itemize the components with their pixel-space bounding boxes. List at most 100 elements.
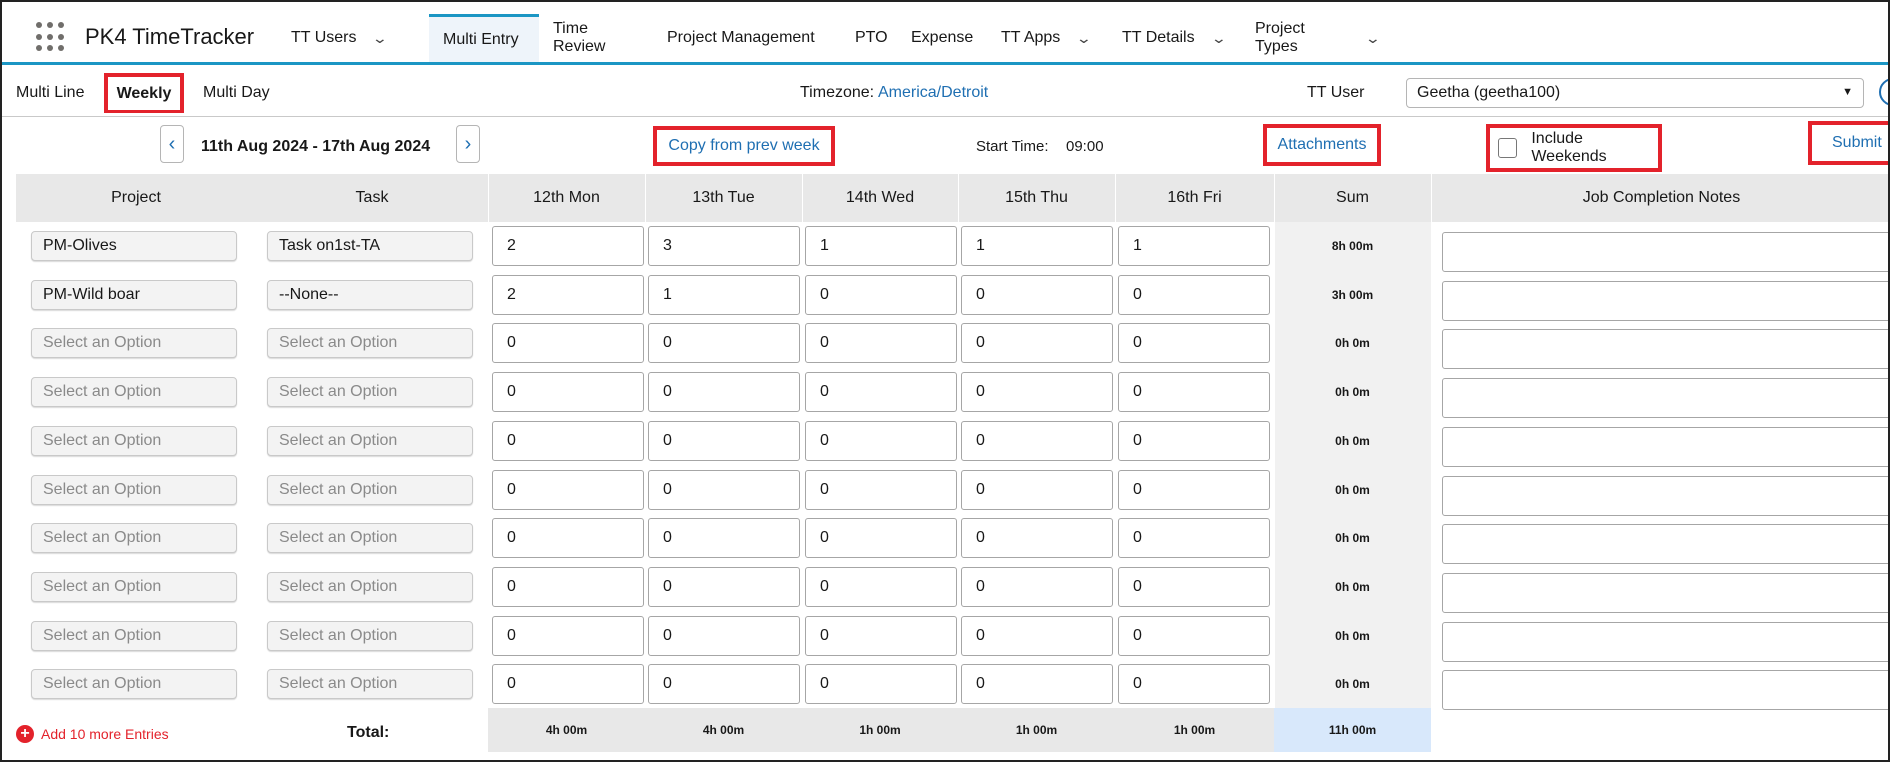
hours-input[interactable]: 0 <box>492 323 644 363</box>
task-select[interactable]: Select an Option <box>267 475 473 505</box>
chevron-down-icon[interactable]: ⌄ <box>1210 30 1226 47</box>
hours-input[interactable]: 0 <box>805 421 957 461</box>
chevron-down-icon[interactable]: ⌄ <box>1076 30 1092 47</box>
hours-input[interactable]: 0 <box>805 664 957 704</box>
job-completion-notes-input[interactable] <box>1442 524 1888 564</box>
nav-item-tt-users[interactable]: TT Users ⌄ <box>277 14 429 62</box>
nav-item-project-management[interactable]: Project Management <box>653 14 841 62</box>
hours-input[interactable]: 0 <box>961 518 1113 558</box>
nav-item-tt-apps[interactable]: TT Apps ⌄ <box>987 14 1108 62</box>
project-select[interactable]: Select an Option <box>31 377 237 407</box>
hours-input[interactable]: 0 <box>648 518 800 558</box>
tab-multi-line[interactable]: Multi Line <box>16 84 84 102</box>
job-completion-notes-input[interactable] <box>1442 281 1888 321</box>
job-completion-notes-input[interactable] <box>1442 622 1888 662</box>
hours-input[interactable]: 0 <box>805 616 957 656</box>
task-select[interactable]: Select an Option <box>267 377 473 407</box>
task-select[interactable]: Task on1st-TA <box>267 231 473 261</box>
hours-input[interactable]: 0 <box>648 664 800 704</box>
project-select[interactable]: Select an Option <box>31 328 237 358</box>
app-launcher-icon[interactable] <box>36 22 66 52</box>
hours-input[interactable]: 0 <box>1118 664 1270 704</box>
task-select[interactable]: Select an Option <box>267 523 473 553</box>
task-select[interactable]: Select an Option <box>267 669 473 699</box>
task-select[interactable]: --None-- <box>267 280 473 310</box>
hours-input[interactable]: 1 <box>648 275 800 315</box>
project-select[interactable]: Select an Option <box>31 523 237 553</box>
nav-item-multi-entry[interactable]: Multi Entry <box>429 14 539 62</box>
hours-input[interactable]: 0 <box>961 323 1113 363</box>
chevron-down-icon[interactable]: ⌄ <box>1365 30 1381 47</box>
job-completion-notes-input[interactable] <box>1442 427 1888 467</box>
hours-input[interactable]: 1 <box>961 226 1113 266</box>
tt-user-select[interactable]: Geetha (geetha100) ▼ <box>1406 78 1864 108</box>
nav-item-expense[interactable]: Expense <box>897 14 987 62</box>
hours-input[interactable]: 0 <box>492 567 644 607</box>
nav-item-pto[interactable]: PTO <box>841 14 897 62</box>
hours-input[interactable]: 0 <box>492 372 644 412</box>
hours-input[interactable]: 0 <box>492 616 644 656</box>
project-select[interactable]: Select an Option <box>31 572 237 602</box>
hours-input[interactable]: 0 <box>805 323 957 363</box>
hours-input[interactable]: 0 <box>648 323 800 363</box>
hours-input[interactable]: 0 <box>1118 518 1270 558</box>
add-entries-link[interactable]: + Add 10 more Entries <box>16 725 169 743</box>
hours-input[interactable]: 0 <box>961 421 1113 461</box>
copy-prev-week-button[interactable]: Copy from prev week <box>653 126 835 166</box>
job-completion-notes-input[interactable] <box>1442 476 1888 516</box>
hours-input[interactable]: 2 <box>492 226 644 266</box>
hours-input[interactable]: 1 <box>805 226 957 266</box>
hours-input[interactable]: 0 <box>1118 421 1270 461</box>
job-completion-notes-input[interactable] <box>1442 329 1888 369</box>
hours-input[interactable]: 0 <box>492 421 644 461</box>
project-select[interactable]: PM-Wild boar <box>31 280 237 310</box>
hours-input[interactable]: 0 <box>648 616 800 656</box>
hours-input[interactable]: 0 <box>805 470 957 510</box>
hours-input[interactable]: 0 <box>1118 372 1270 412</box>
hours-input[interactable]: 0 <box>648 372 800 412</box>
hours-input[interactable]: 0 <box>961 372 1113 412</box>
job-completion-notes-input[interactable] <box>1442 232 1888 272</box>
hours-input[interactable]: 0 <box>492 518 644 558</box>
hours-input[interactable]: 0 <box>805 275 957 315</box>
job-completion-notes-input[interactable] <box>1442 378 1888 418</box>
hours-input[interactable]: 0 <box>1118 470 1270 510</box>
hours-input[interactable]: 3 <box>648 226 800 266</box>
hours-input[interactable]: 0 <box>805 518 957 558</box>
task-select[interactable]: Select an Option <box>267 621 473 651</box>
hours-input[interactable]: 0 <box>961 275 1113 315</box>
hours-input[interactable]: 1 <box>1118 226 1270 266</box>
prev-week-button[interactable]: ‹ <box>160 125 184 163</box>
hours-input[interactable]: 0 <box>1118 567 1270 607</box>
hours-input[interactable]: 0 <box>805 372 957 412</box>
task-select[interactable]: Select an Option <box>267 426 473 456</box>
nav-item-time-review[interactable]: Time Review <box>539 14 653 62</box>
nav-item-tt-details[interactable]: TT Details ⌄ <box>1108 14 1241 62</box>
job-completion-notes-input[interactable] <box>1442 670 1888 710</box>
attachments-button[interactable]: Attachments <box>1263 124 1381 166</box>
hours-input[interactable]: 2 <box>492 275 644 315</box>
tab-multi-day[interactable]: Multi Day <box>203 84 270 102</box>
hours-input[interactable]: 0 <box>805 567 957 607</box>
task-select[interactable]: Select an Option <box>267 328 473 358</box>
hours-input[interactable]: 0 <box>961 616 1113 656</box>
project-select[interactable]: PM-Olives <box>31 231 237 261</box>
hours-input[interactable]: 0 <box>961 567 1113 607</box>
hours-input[interactable]: 0 <box>648 470 800 510</box>
project-select[interactable]: Select an Option <box>31 621 237 651</box>
chevron-down-icon[interactable]: ⌄ <box>372 30 388 47</box>
hours-input[interactable]: 0 <box>961 664 1113 704</box>
hours-input[interactable]: 0 <box>1118 616 1270 656</box>
hours-input[interactable]: 0 <box>1118 323 1270 363</box>
hours-input[interactable]: 0 <box>961 470 1113 510</box>
project-select[interactable]: Select an Option <box>31 669 237 699</box>
job-completion-notes-input[interactable] <box>1442 573 1888 613</box>
hours-input[interactable]: 0 <box>1118 275 1270 315</box>
tab-weekly[interactable]: Weekly <box>104 73 184 113</box>
project-select[interactable]: Select an Option <box>31 475 237 505</box>
hours-input[interactable]: 0 <box>648 567 800 607</box>
nav-item-project-types[interactable]: Project Types ⌄ <box>1241 14 1393 62</box>
project-select[interactable]: Select an Option <box>31 426 237 456</box>
task-select[interactable]: Select an Option <box>267 572 473 602</box>
hours-input[interactable]: 0 <box>492 664 644 704</box>
